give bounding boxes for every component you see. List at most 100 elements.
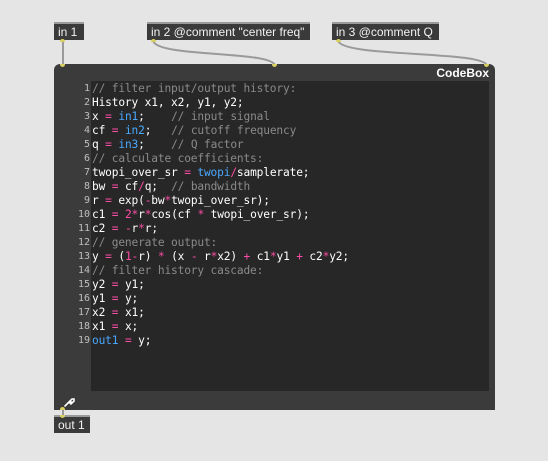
code-token: r): [138, 250, 158, 263]
code-token: =: [105, 110, 112, 123]
code-line[interactable]: c2 = -r*r;: [92, 222, 158, 236]
code-token: x;: [118, 320, 139, 333]
code-line[interactable]: // filter input/output history:: [92, 82, 296, 96]
code-line[interactable]: History x1, x2, y1, y2;: [92, 96, 244, 110]
code-token: // generate output:: [92, 236, 218, 249]
code-token: c2: [92, 222, 112, 235]
code-line[interactable]: twopi_over_sr = twopi/samplerate;: [92, 166, 310, 180]
codebox-outlet[interactable]: [60, 407, 65, 410]
code-line[interactable]: // filter history cascade:: [92, 264, 263, 278]
code-token: (: [111, 250, 125, 263]
code-token: y1;: [118, 278, 145, 291]
in1-label: in 1: [58, 25, 78, 39]
code-token: c1: [92, 208, 112, 221]
code-token: c2: [302, 250, 323, 263]
code-line[interactable]: y1 = y;: [92, 292, 138, 306]
in2-label: in 2 @comment "center freq": [151, 25, 305, 39]
code-line[interactable]: cf = in2; // cutoff frequency: [92, 124, 296, 138]
patch-cord-in3: [337, 39, 488, 67]
code-line[interactable]: x2 = x1;: [92, 306, 145, 320]
code-token: y2;: [329, 250, 349, 263]
code-token: =: [124, 334, 132, 347]
code-token: // filter history cascade:: [92, 264, 264, 277]
in2-object[interactable]: in 2 @comment "center freq": [147, 22, 310, 42]
code-token: -: [124, 222, 132, 235]
code-token: y2: [92, 278, 112, 291]
code-token: 1: [124, 250, 132, 263]
code-token: // input signal: [171, 110, 270, 123]
code-token: =: [105, 138, 112, 151]
code-token: ;: [144, 124, 172, 137]
codebox-inlet-1[interactable]: [60, 64, 65, 67]
in3-object[interactable]: in 3 @comment Q: [332, 22, 439, 42]
code-token: y;: [131, 334, 152, 347]
code-area[interactable]: // filter input/output history: History x…: [54, 81, 494, 371]
code-token: x2): [217, 250, 244, 263]
code-token: // bandwidth: [171, 180, 251, 193]
in3-label: in 3 @comment Q: [336, 25, 433, 39]
patch-cord-in2: [152, 39, 276, 67]
code-token: r: [92, 194, 106, 207]
code-line[interactable]: c1 = 2*r*cos(cf * twopi_over_sr);: [92, 208, 310, 222]
code-token: /: [230, 166, 237, 179]
code-token: y: [92, 250, 106, 263]
code-line[interactable]: q = in3; // Q factor: [92, 138, 244, 152]
code-token: q;: [144, 180, 172, 193]
out1-label: out 1: [58, 418, 85, 432]
code-token: // cutoff frequency: [171, 124, 297, 137]
code-token: =: [105, 250, 112, 263]
code-token: cf: [118, 180, 139, 193]
code-token: twopi_over_sr);: [204, 208, 310, 221]
code-token: bw: [151, 194, 165, 207]
in1-object[interactable]: in 1: [54, 22, 84, 42]
in3-outlet[interactable]: [336, 39, 341, 42]
code-token: r: [197, 250, 211, 263]
code-token: // calculate coefficients:: [92, 152, 264, 165]
code-line[interactable]: x = in1; // input signal: [92, 110, 270, 124]
code-token: c1: [250, 250, 270, 263]
code-token: ;: [138, 110, 172, 123]
code-token: twopi_over_sr: [92, 166, 185, 179]
code-line[interactable]: y = (1-r) * (x - r*x2) + c1*y1 + c2*y2;: [92, 250, 349, 264]
code-token: out1: [92, 334, 119, 347]
code-token: x1: [92, 320, 112, 333]
code-line[interactable]: // generate output:: [92, 236, 217, 250]
code-token: exp(: [111, 194, 145, 207]
code-token: +: [296, 250, 303, 263]
code-token: =: [105, 194, 112, 207]
code-token: (x: [164, 250, 191, 263]
code-token: r;: [144, 222, 158, 235]
code-token: twopi: [197, 166, 231, 179]
code-token: in1: [118, 110, 139, 123]
code-token: =: [184, 166, 191, 179]
code-token: x: [92, 110, 106, 123]
code-line[interactable]: x1 = x;: [92, 320, 138, 334]
code-token: r: [138, 208, 145, 221]
code-token: ;: [138, 138, 172, 151]
code-line[interactable]: bw = cf/q; // bandwidth: [92, 180, 250, 194]
codebox-inlet-2[interactable]: [272, 64, 277, 67]
in1-outlet[interactable]: [60, 39, 65, 42]
code-token: bw: [92, 180, 112, 193]
code-token: y1: [92, 292, 112, 305]
code-token: /: [138, 180, 145, 193]
codebox-object[interactable]: CodeBox 1 2 3 4 5 6 7 8 9 10 11 12 13 14 15 16 17 18 19 //…: [54, 64, 495, 410]
in2-outlet[interactable]: [151, 39, 156, 42]
code-token: 2: [124, 208, 132, 221]
code-line[interactable]: r = exp(-bw*twopi_over_sr);: [92, 194, 270, 208]
code-token: samplerate;: [236, 166, 310, 179]
code-token: q: [92, 138, 106, 151]
code-token: y;: [118, 292, 139, 305]
code-line[interactable]: y2 = y1;: [92, 278, 145, 292]
code-token: twopi_over_sr);: [171, 194, 270, 207]
out1-object[interactable]: out 1: [54, 415, 90, 433]
code-token: in2: [124, 124, 145, 137]
code-line[interactable]: out1 = y;: [92, 334, 151, 348]
code-line[interactable]: // calculate coefficients:: [92, 152, 263, 166]
code-token: History x1, x2, y1, y2;: [92, 96, 244, 109]
wrench-icon[interactable]: [63, 395, 75, 407]
